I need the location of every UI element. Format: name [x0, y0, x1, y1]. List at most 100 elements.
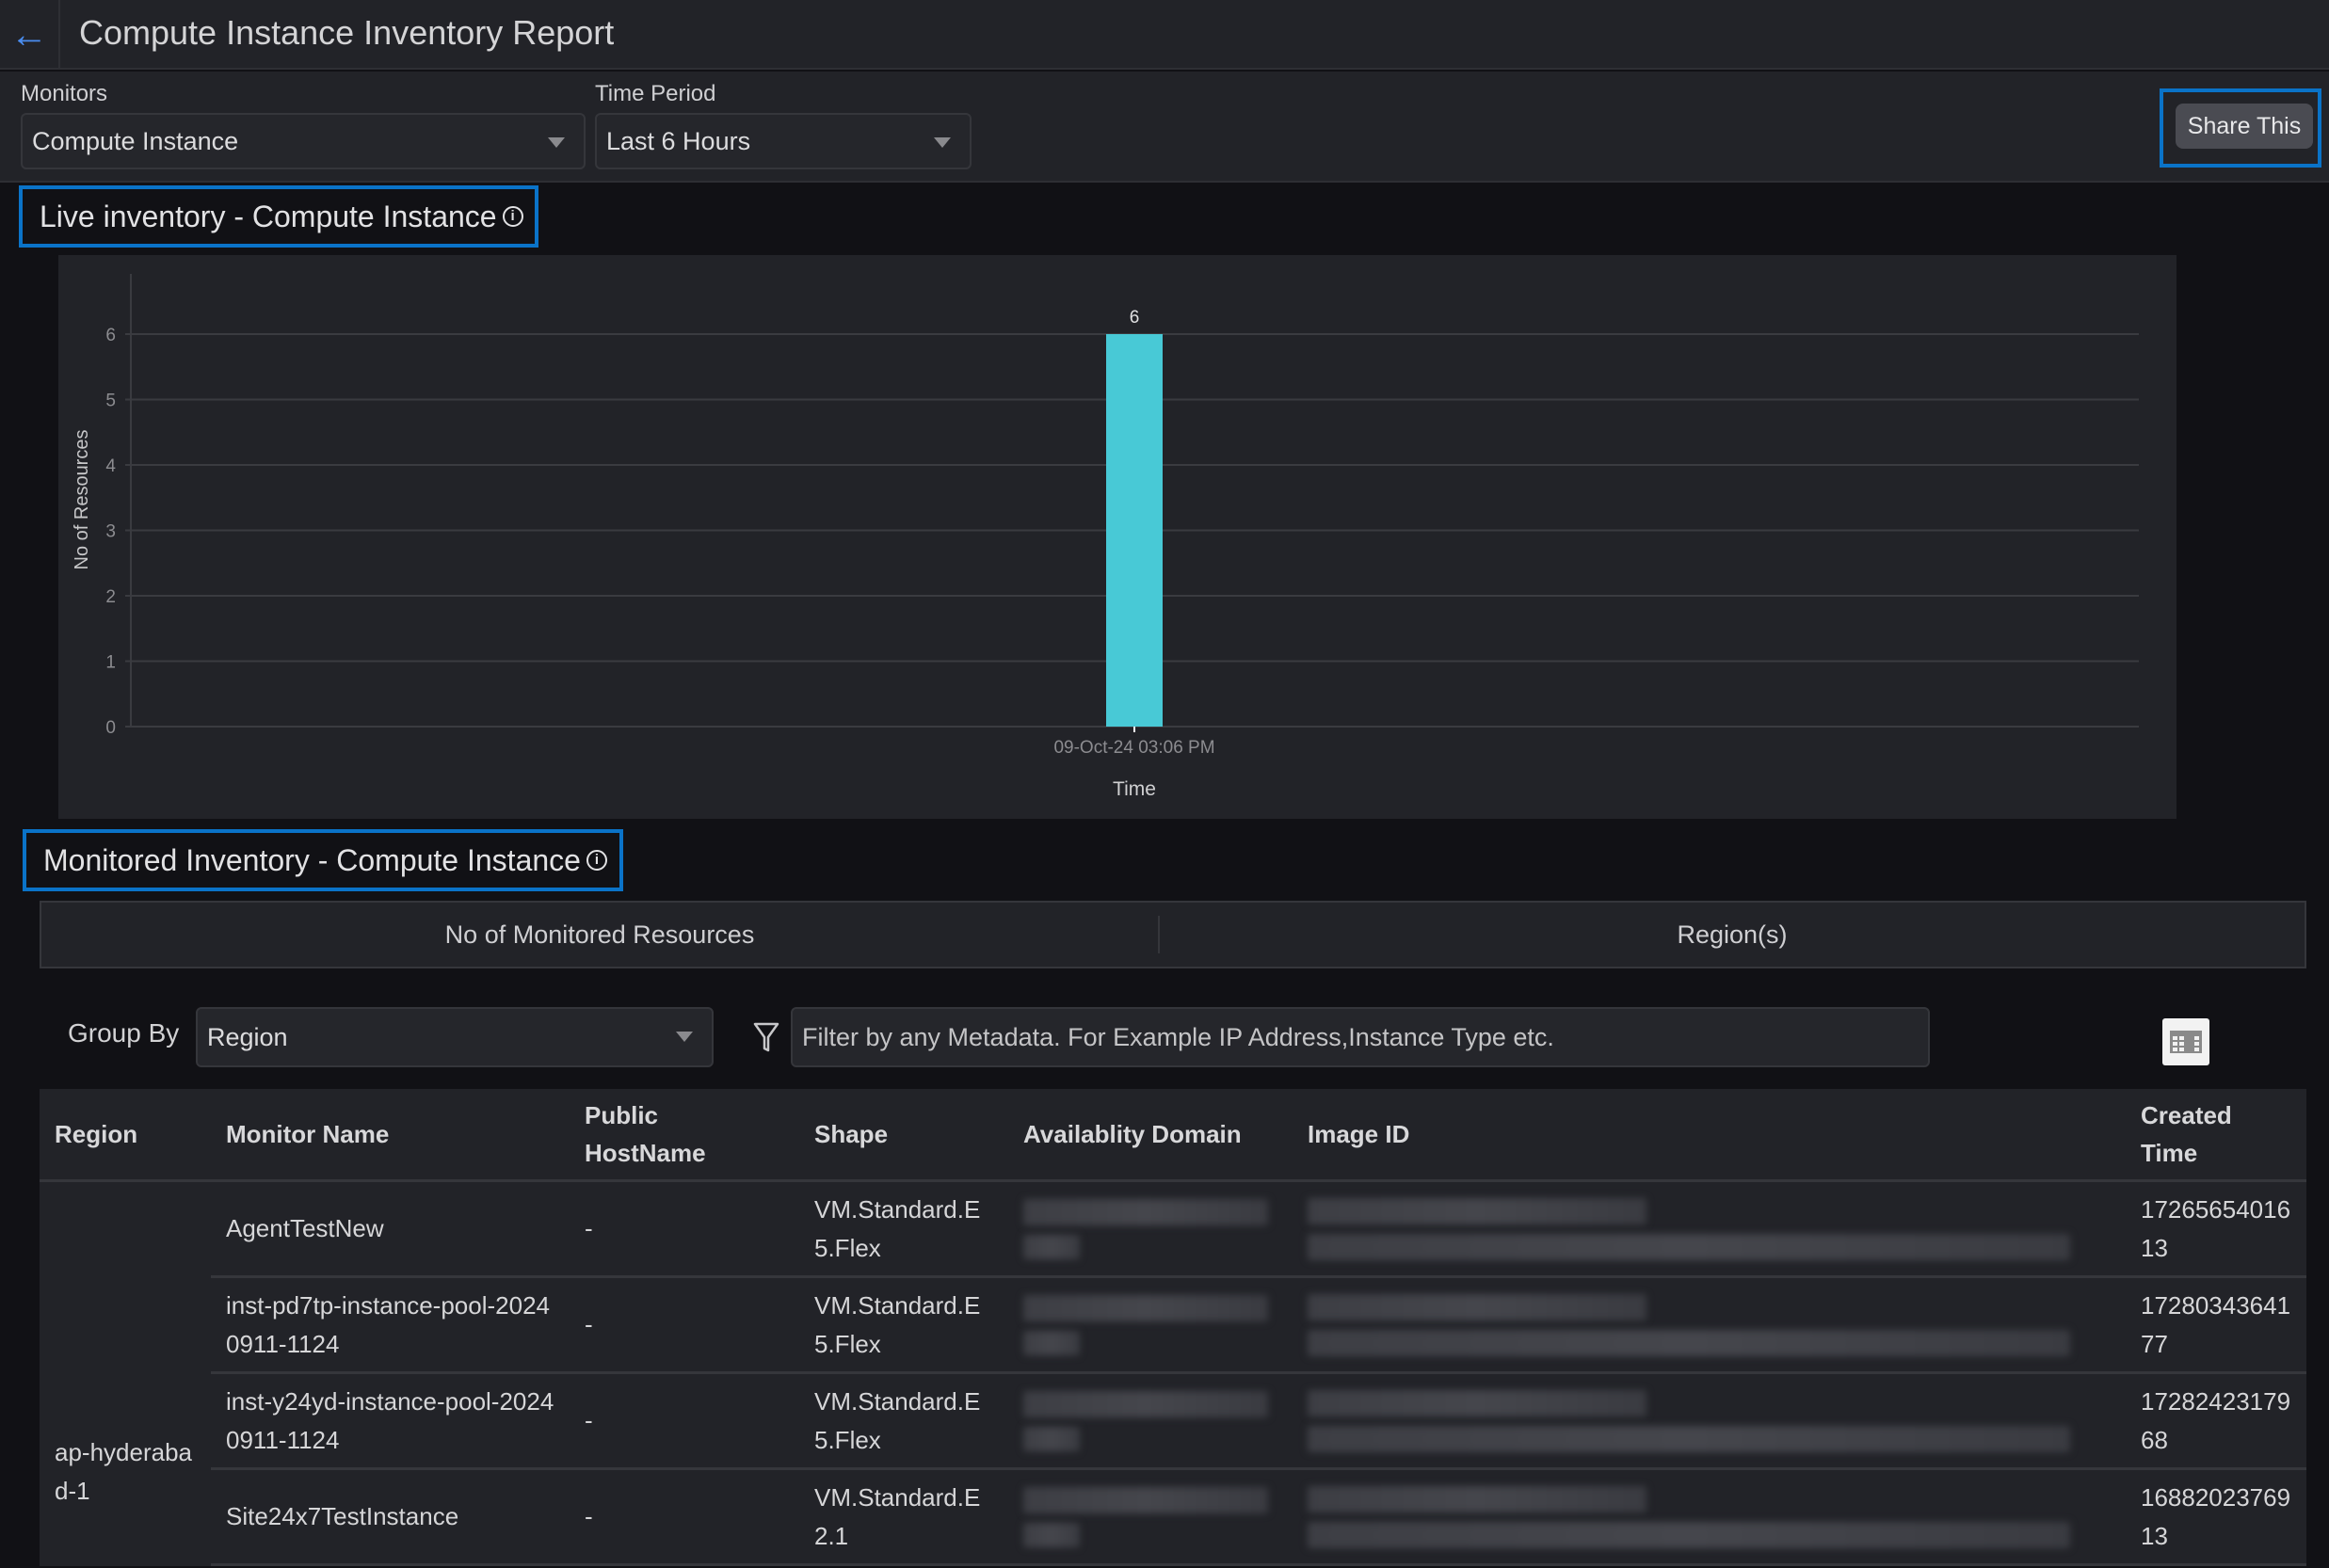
redacted-value — [1023, 1294, 1268, 1321]
monitor-name-cell[interactable]: inst-y24yd-instance-pool-20240911-1124 — [211, 1372, 570, 1470]
image-id-cell — [1293, 1372, 2126, 1470]
monitor-name-cell[interactable]: inst-pd7tp-instance-pool-20240911-1124 — [211, 1276, 570, 1374]
column-header-created-time[interactable]: Created Time — [2126, 1089, 2306, 1182]
redacted-value — [1023, 1426, 1080, 1451]
back-button[interactable]: ← — [0, 0, 60, 70]
shape-cell: VM.Standard.E5.Flex — [799, 1180, 1008, 1278]
shape-cell: VM.Standard.E5.Flex — [799, 1276, 1008, 1374]
image-id-cell — [1293, 1276, 2126, 1374]
y-axis-label: No of Resources — [72, 430, 92, 570]
column-settings-button[interactable] — [2162, 1018, 2209, 1065]
column-header-shape[interactable]: Shape — [799, 1089, 1008, 1182]
y-tick-label: 2 — [105, 587, 116, 607]
region-cell: ap-hyderabad-1 — [55, 1437, 192, 1505]
chevron-down-icon — [934, 137, 951, 148]
image-id-cell — [1293, 1180, 2126, 1278]
top-bar: ← Compute Instance Inventory Report — [0, 0, 2329, 70]
image-id-cell — [1293, 1468, 2126, 1566]
group-by-select[interactable]: Region — [196, 1007, 714, 1067]
redacted-value — [1308, 1197, 1646, 1224]
redacted-value — [1308, 1329, 2070, 1356]
y-tick-label: 0 — [105, 718, 116, 738]
public-hostname-cell: - — [570, 1276, 799, 1374]
monitored-inventory-title-text: Monitored Inventory - Compute Instance — [43, 842, 581, 877]
redacted-value — [1023, 1486, 1268, 1513]
monitors-select[interactable]: Compute Instance — [21, 113, 586, 169]
redacted-value — [1308, 1389, 1646, 1416]
monitors-value: Compute Instance — [32, 126, 239, 155]
live-inventory-title-text: Live inventory - Compute Instance — [40, 199, 497, 233]
y-tick-label: 3 — [105, 522, 116, 542]
time-period-select[interactable]: Last 6 Hours — [595, 113, 972, 169]
metadata-filter-input[interactable]: Filter by any Metadata. For Example IP A… — [791, 1007, 1930, 1067]
monitored-inventory-title: Monitored Inventory - Compute Instance i — [23, 829, 623, 891]
created-time-cell: 1728242317968 — [2126, 1372, 2306, 1470]
bar-data-label: 6 — [1130, 308, 1140, 328]
created-time-cell: 1726565401613 — [2126, 1180, 2306, 1278]
y-tick-label: 5 — [105, 392, 116, 411]
live-inventory-chart: 0 1 2 3 4 5 6 6 09-Oct-24 03:06 PM No of Resou… — [58, 255, 2176, 819]
created-time-cell: 1728034364177 — [2126, 1276, 2306, 1374]
availability-domain-cell — [1008, 1468, 1293, 1566]
column-header-image-id[interactable]: Image ID — [1293, 1089, 2126, 1182]
inventory-table: Region Monitor Name Public HostName Shap… — [40, 1089, 2306, 1566]
y-tick-label: 6 — [105, 326, 116, 345]
page-title: Compute Instance Inventory Report — [79, 13, 615, 52]
column-header-monitor-name[interactable]: Monitor Name — [211, 1089, 570, 1182]
redacted-value — [1023, 1390, 1268, 1417]
redacted-value — [1308, 1233, 2070, 1260]
table-row[interactable]: ap-hyderabad-1 AgentTestNew - VM.Standard.E… — [40, 1180, 2306, 1505]
shape-cell: VM.Standard.E2.1 — [799, 1468, 1008, 1566]
monitored-resources-count-label: No of Monitored Resources — [444, 920, 755, 949]
created-time-cell: 1688202376913 — [2126, 1468, 2306, 1566]
column-header-region[interactable]: Region — [40, 1089, 211, 1182]
redacted-value — [1023, 1198, 1268, 1225]
redacted-value — [1308, 1485, 1646, 1512]
availability-domain-cell — [1008, 1180, 1293, 1278]
group-by-label: Group By — [68, 1018, 180, 1048]
redacted-value — [1308, 1521, 2070, 1548]
table-row[interactable]: Site24x7TestInstance - VM.Standard.E2.1 168… — [40, 1468, 2306, 1566]
redacted-value — [1023, 1522, 1080, 1547]
availability-domain-cell — [1008, 1276, 1293, 1374]
funnel-icon[interactable] — [753, 1022, 779, 1057]
x-tick-label: 09-Oct-24 03:06 PM — [1053, 738, 1214, 758]
y-tick-label: 1 — [105, 653, 116, 673]
availability-domain-cell — [1008, 1372, 1293, 1470]
share-button[interactable]: Share This — [2176, 104, 2313, 149]
redacted-value — [1308, 1293, 1646, 1320]
column-header-availability-domain[interactable]: Availablity Domain — [1008, 1089, 1293, 1182]
shape-cell: VM.Standard.E5.Flex — [799, 1372, 1008, 1470]
redacted-value — [1023, 1330, 1080, 1355]
redacted-value — [1308, 1425, 2070, 1452]
summary-bar: No of Monitored Resources Region(s) — [40, 901, 2306, 968]
info-icon[interactable]: i — [586, 850, 607, 871]
public-hostname-cell: - — [570, 1468, 799, 1566]
column-header-public-hostname[interactable]: Public HostName — [570, 1089, 799, 1182]
filter-bar: Monitors Compute Instance Time Period La… — [0, 72, 2329, 183]
bar[interactable] — [1106, 334, 1163, 727]
public-hostname-cell: - — [570, 1372, 799, 1470]
chevron-down-icon — [548, 137, 565, 148]
arrow-left-icon: ← — [10, 13, 48, 56]
chart-svg: 0 1 2 3 4 5 6 6 09-Oct-24 03:06 PM No of Resou… — [72, 274, 2139, 800]
public-hostname-cell: - — [570, 1180, 799, 1278]
table-row[interactable]: inst-y24yd-instance-pool-20240911-1124- V… — [40, 1372, 2306, 1470]
time-period-label: Time Period — [595, 81, 716, 106]
table-header-row: Region Monitor Name Public HostName Shap… — [40, 1089, 2306, 1182]
chevron-down-icon — [676, 1032, 693, 1042]
redacted-value — [1023, 1234, 1080, 1259]
monitor-name-cell[interactable]: Site24x7TestInstance — [211, 1468, 570, 1566]
monitor-name-cell[interactable]: AgentTestNew — [211, 1180, 570, 1278]
y-tick-label: 4 — [105, 456, 116, 476]
live-inventory-title: Live inventory - Compute Instance i — [19, 185, 538, 248]
time-period-value: Last 6 Hours — [606, 126, 751, 155]
monitors-label: Monitors — [21, 81, 108, 106]
regions-label: Region(s) — [1677, 920, 1788, 949]
table-columns-icon — [2170, 1031, 2202, 1053]
table-row[interactable]: inst-pd7tp-instance-pool-20240911-1124- V… — [40, 1276, 2306, 1374]
group-by-value: Region — [207, 1022, 288, 1051]
metadata-filter-placeholder: Filter by any Metadata. For Example IP A… — [802, 1022, 1554, 1051]
info-icon[interactable]: i — [502, 206, 523, 227]
x-axis-label: Time — [1113, 778, 1156, 800]
